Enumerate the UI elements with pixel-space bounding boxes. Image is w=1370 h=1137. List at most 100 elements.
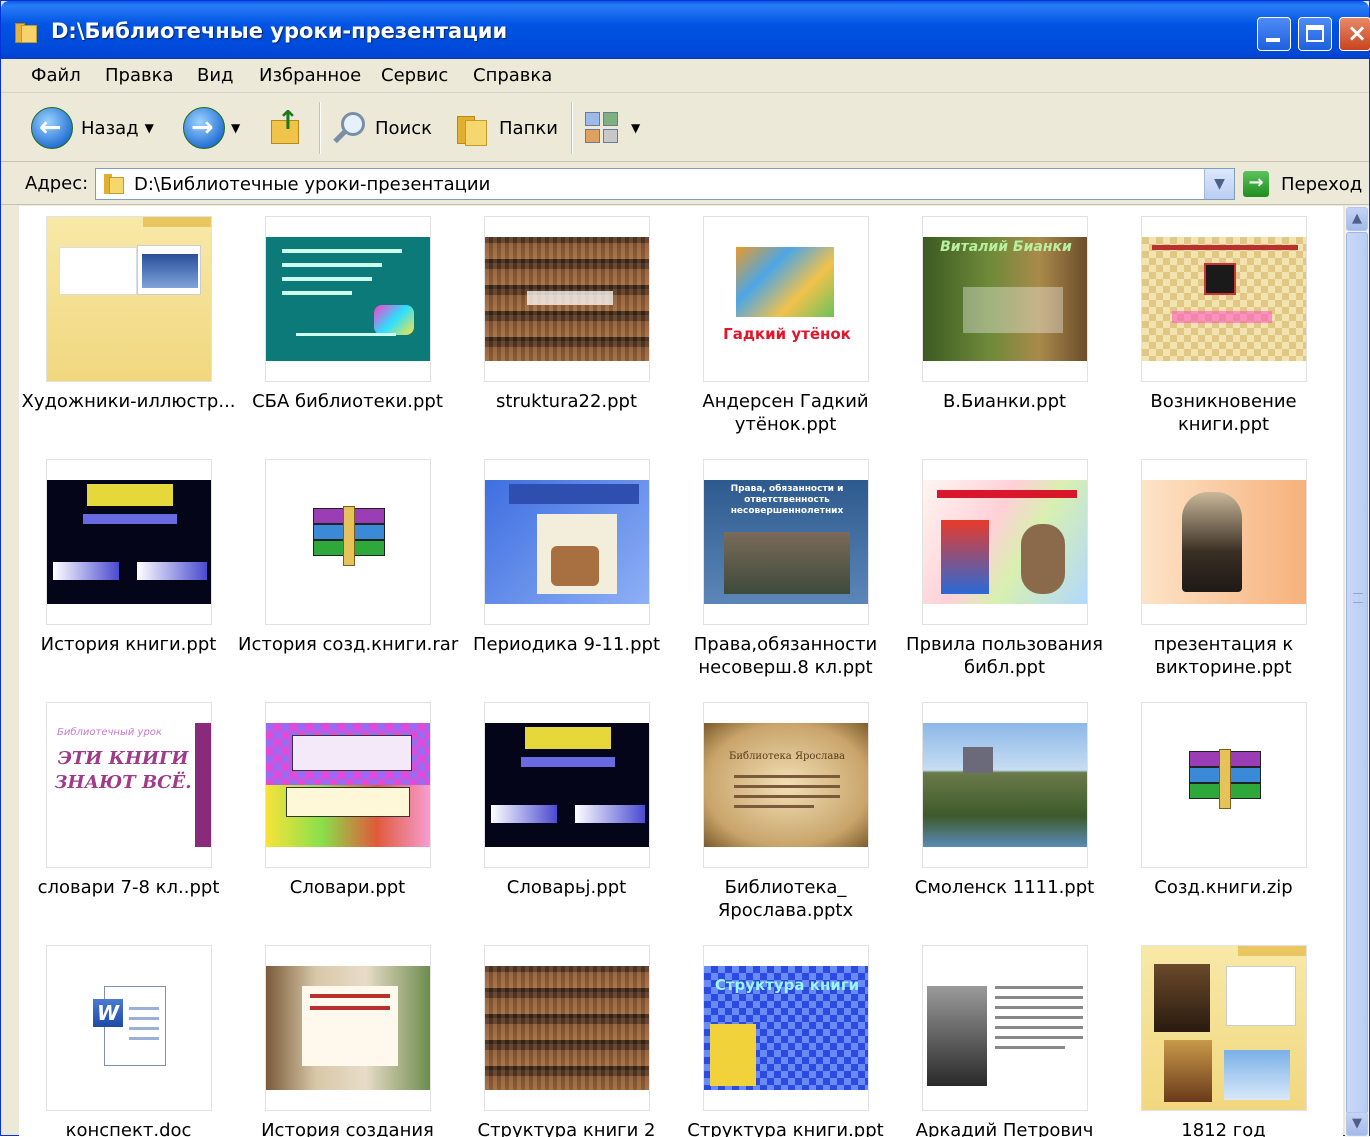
file-name: Структура книги 2 bbox=[477, 1120, 656, 1137]
file-item[interactable]: Периодика 9-11.ppt bbox=[457, 449, 676, 692]
scroll-down-icon[interactable]: ▼ bbox=[1346, 1112, 1368, 1136]
presentation-thumbnail: Библиотека Ярослава bbox=[703, 702, 869, 868]
file-item[interactable]: Словарьj.ppt bbox=[457, 692, 676, 935]
file-item[interactable]: История книги.ppt bbox=[19, 449, 238, 692]
forward-arrow-icon: → bbox=[183, 107, 225, 149]
menu-help[interactable]: Справка bbox=[473, 65, 552, 86]
file-name: 1812 год bbox=[1181, 1120, 1266, 1137]
forward-dropdown-icon[interactable]: ▼ bbox=[231, 121, 240, 135]
file-name: История книги.ppt bbox=[40, 634, 217, 655]
file-item[interactable]: Созд.книги.zip bbox=[1114, 692, 1333, 935]
address-bar: Адрес: D:\Библиотечные уроки-презентации… bbox=[1, 163, 1369, 205]
toolbar: ← Назад ▼ → ▼ ↑ Поиск Папки ▼ bbox=[1, 94, 1369, 162]
scrollbar-thumb[interactable] bbox=[1346, 232, 1368, 1114]
file-item[interactable]: struktura22.ppt bbox=[457, 206, 676, 449]
presentation-thumbnail bbox=[484, 945, 650, 1111]
file-item[interactable]: Гадкий утёнок Андерсен Гадкий утёнок.ppt bbox=[676, 206, 895, 449]
presentation-thumbnail bbox=[922, 945, 1088, 1111]
menu-edit[interactable]: Правка bbox=[105, 65, 174, 86]
menu-file[interactable]: Файл bbox=[31, 65, 81, 86]
minimize-icon bbox=[1266, 38, 1280, 42]
minimize-button[interactable] bbox=[1257, 17, 1291, 51]
file-name: Созд.книги.zip bbox=[1154, 877, 1293, 898]
search-icon bbox=[331, 110, 367, 146]
file-item[interactable]: Словари.ppt bbox=[238, 692, 457, 935]
menu-view[interactable]: Вид bbox=[197, 65, 234, 86]
file-item[interactable]: Смоленск 1111.ppt bbox=[895, 692, 1114, 935]
folders-icon bbox=[455, 110, 491, 146]
scroll-up-icon[interactable]: ▲ bbox=[1346, 207, 1368, 231]
file-name: Библиотека_ Ярослава.pptx bbox=[717, 877, 854, 921]
menu-favorites[interactable]: Избранное bbox=[259, 65, 361, 86]
back-dropdown-icon[interactable]: ▼ bbox=[145, 121, 154, 135]
file-item[interactable]: История создания bbox=[238, 935, 457, 1137]
folder-icon bbox=[104, 174, 124, 194]
maximize-icon bbox=[1306, 25, 1324, 42]
folder-up-icon: ↑ bbox=[267, 106, 303, 146]
search-button[interactable]: Поиск bbox=[331, 104, 432, 152]
archive-thumbnail bbox=[265, 459, 431, 625]
presentation-thumbnail bbox=[265, 702, 431, 868]
file-name: СБА библиотеки.ppt bbox=[252, 391, 443, 412]
presentation-thumbnail bbox=[922, 702, 1088, 868]
presentation-thumbnail bbox=[484, 702, 650, 868]
go-button[interactable]: → Переход bbox=[1243, 168, 1362, 200]
address-input[interactable]: D:\Библиотечные уроки-презентации ▼ bbox=[95, 168, 1235, 200]
file-name: Структура книги.ppt bbox=[687, 1120, 884, 1137]
title-bar[interactable]: D:\Библиотечные уроки-презентации × bbox=[1, 1, 1370, 59]
file-item[interactable]: Структура книги Структура книги.ppt bbox=[676, 935, 895, 1137]
file-item[interactable]: СБА библиотеки.ppt bbox=[238, 206, 457, 449]
file-item[interactable]: Библиотека Ярослава Библиотека_ Ярослава.… bbox=[676, 692, 895, 935]
file-item[interactable]: W конспект.doc bbox=[19, 935, 238, 1137]
folder-icon bbox=[15, 21, 37, 43]
views-button[interactable]: ▼ bbox=[585, 104, 640, 152]
views-dropdown-icon[interactable]: ▼ bbox=[631, 121, 640, 135]
file-name: История создания bbox=[261, 1120, 434, 1137]
go-arrow-icon: → bbox=[1243, 171, 1269, 197]
presentation-thumbnail bbox=[1141, 459, 1307, 625]
file-item[interactable]: Структура книги 2 bbox=[457, 935, 676, 1137]
thumb-subtitle: Библиотечный урок bbox=[57, 727, 162, 738]
presentation-thumbnail bbox=[1141, 216, 1307, 382]
presentation-thumbnail bbox=[46, 459, 212, 625]
thumb-title: ЭТИ КНИГИ ЗНАЮТ ВСЁ. bbox=[54, 748, 192, 793]
address-label: Адрес: bbox=[25, 173, 89, 194]
winrar-icon bbox=[313, 506, 385, 568]
file-item[interactable]: Аркадий Петрович bbox=[895, 935, 1114, 1137]
file-item[interactable]: 1812 год bbox=[1114, 935, 1333, 1137]
maximize-button[interactable] bbox=[1298, 17, 1332, 51]
file-name: презентация к викторине.ppt bbox=[1153, 634, 1294, 678]
file-item[interactable]: презентация к викторине.ppt bbox=[1114, 449, 1333, 692]
up-button[interactable]: ↑ bbox=[267, 104, 303, 152]
file-item[interactable]: Библиотечный урок ЭТИ КНИГИ ЗНАЮТ ВСЁ. с… bbox=[19, 692, 238, 935]
vertical-scrollbar[interactable]: ▲ ▼ bbox=[1345, 206, 1369, 1137]
menu-tools[interactable]: Сервис bbox=[381, 65, 448, 86]
file-view[interactable]: Художники-иллюстр... СБА библиотеки.ppt bbox=[19, 206, 1343, 1137]
file-name: История созд.книги.rar bbox=[238, 634, 459, 655]
file-name: Првила пользования библ.ppt bbox=[906, 634, 1103, 678]
search-label: Поиск bbox=[375, 117, 433, 139]
close-icon: × bbox=[1347, 19, 1368, 47]
back-button[interactable]: ← Назад ▼ bbox=[31, 104, 154, 152]
toolbar-separator bbox=[319, 102, 321, 154]
file-item[interactable]: История созд.книги.rar bbox=[238, 449, 459, 692]
file-item[interactable]: Возникновение книги.ppt bbox=[1114, 206, 1333, 449]
presentation-thumbnail bbox=[484, 459, 650, 625]
archive-thumbnail bbox=[1141, 702, 1307, 868]
file-item[interactable]: Виталий Бианки В.Бианки.ppt bbox=[895, 206, 1114, 449]
file-item[interactable]: Права, обязанности и ответственность нес… bbox=[676, 449, 895, 692]
presentation-thumbnail: Гадкий утёнок bbox=[703, 216, 869, 382]
file-item[interactable]: Првила пользования библ.ppt bbox=[895, 449, 1114, 692]
folders-button[interactable]: Папки bbox=[455, 104, 558, 152]
presentation-thumbnail: Права, обязанности и ответственность нес… bbox=[703, 459, 869, 625]
file-name: Периодика 9-11.ppt bbox=[473, 634, 660, 655]
address-path: D:\Библиотечные уроки-презентации bbox=[134, 174, 491, 195]
file-name: Словари.ppt bbox=[289, 877, 406, 898]
presentation-thumbnail bbox=[265, 216, 431, 382]
file-item[interactable]: Художники-иллюстр... bbox=[19, 206, 238, 449]
chevron-down-icon[interactable]: ▼ bbox=[1204, 169, 1234, 199]
presentation-thumbnail bbox=[484, 216, 650, 382]
thumb-title: Структура книги bbox=[714, 976, 860, 994]
forward-button[interactable]: → ▼ bbox=[183, 104, 240, 152]
close-button[interactable]: × bbox=[1339, 17, 1370, 51]
